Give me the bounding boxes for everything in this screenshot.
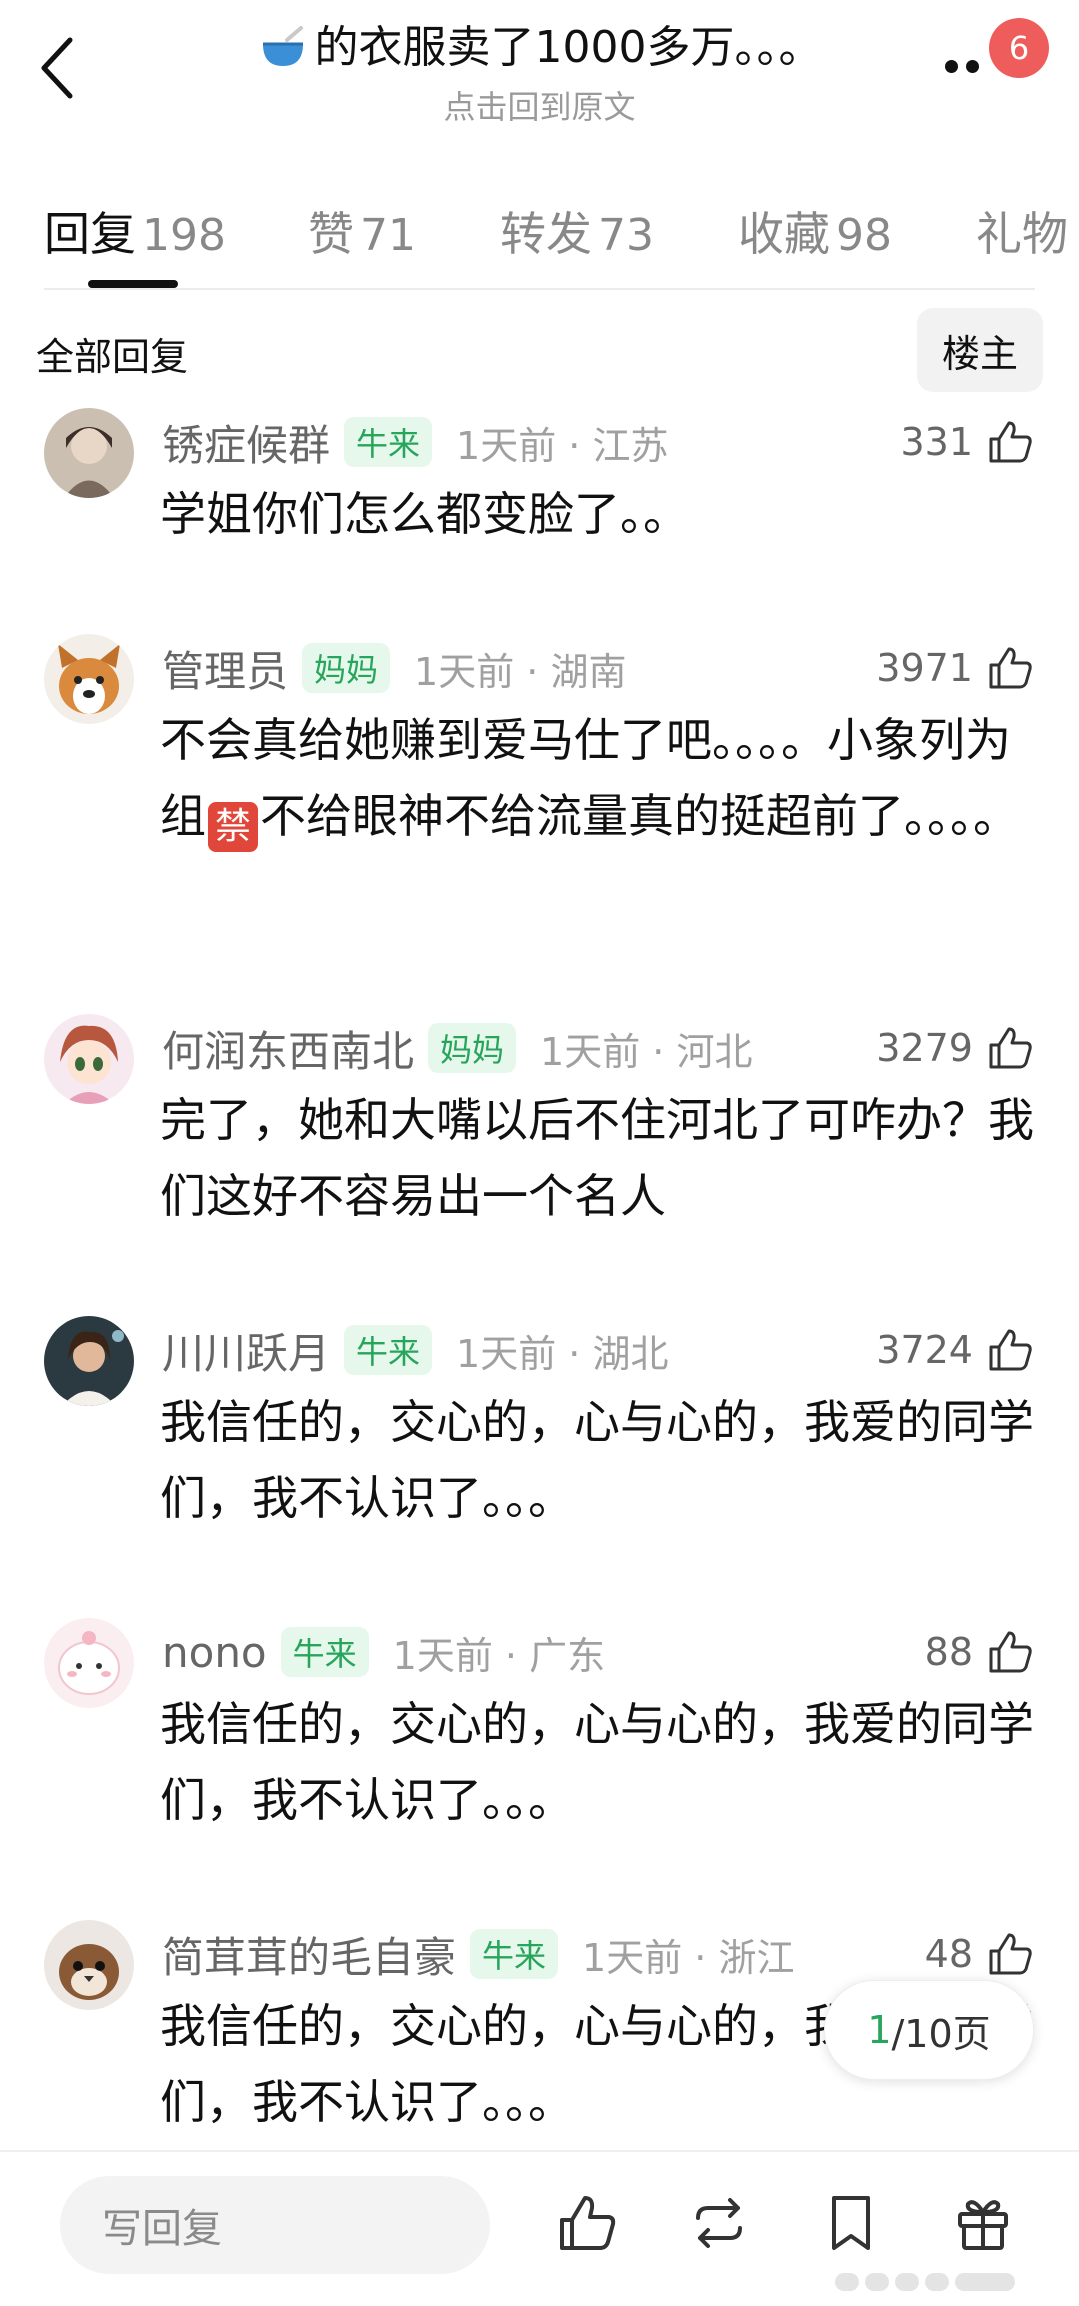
comment-content: 我信任的，交心的，心与心的，我爱的同学们，我不认识了。。。 [160, 1395, 1034, 1525]
favorite-button[interactable] [818, 2190, 884, 2256]
like-count: 331 [900, 420, 973, 464]
tab-label: 转发 [500, 207, 592, 261]
avatar[interactable] [44, 634, 134, 724]
comment-time-location: 1天前 · 湖南 [414, 649, 627, 694]
comment-time-location: 1天前 · 广东 [392, 1633, 606, 1678]
username[interactable]: nono [162, 1628, 267, 1677]
comment-time-location: 1天前 · 河北 [540, 1029, 753, 1074]
comment-content: 学姐你们怎么都变脸了。。 [160, 487, 689, 541]
like-count: 3724 [876, 1328, 973, 1372]
op-only-filter-button[interactable]: 楼主 [917, 308, 1043, 392]
reply-input[interactable]: 写回复 [60, 2176, 490, 2274]
tab-replies[interactable]: 回复 198 [44, 198, 226, 264]
avatar[interactable] [44, 1316, 134, 1406]
thumbs-up-icon [985, 643, 1035, 693]
tab-label: 回复 [44, 207, 136, 261]
like-count: 3279 [876, 1026, 973, 1070]
like-count: 48 [924, 1932, 973, 1976]
avatar[interactable] [44, 1618, 134, 1708]
thumbs-up-icon [985, 1325, 1035, 1375]
active-tab-indicator [88, 280, 178, 288]
like-button[interactable]: 331 [900, 412, 1035, 472]
thumbs-up-icon [560, 2196, 616, 2250]
more-dot-icon [966, 59, 979, 73]
like-count: 3971 [876, 646, 973, 690]
comment-time-location: 1天前 · 江苏 [456, 423, 669, 468]
tab-count: 71 [360, 210, 416, 261]
like-count: 88 [924, 1630, 973, 1674]
tab-count: 98 [836, 210, 892, 261]
avatar[interactable] [44, 1920, 134, 2010]
like-post-button[interactable] [554, 2190, 620, 2256]
sort-bar: 全部回复 楼主 [0, 300, 1079, 400]
username[interactable]: 何润东西南北 [162, 1018, 414, 1079]
tab-bar: 回复 198 赞 71 转发 73 收藏 98 礼物 [0, 180, 1079, 290]
forbidden-emoji-icon: 禁 [208, 802, 258, 852]
avatar[interactable] [44, 408, 134, 498]
user-badge: 牛来 [280, 1627, 369, 1677]
like-button[interactable]: 3724 [876, 1320, 1035, 1380]
all-replies-label: 全部回复 [36, 335, 189, 379]
gift-icon [958, 2200, 1008, 2250]
tab-label: 礼物 [976, 207, 1068, 261]
tab-gifts[interactable]: 礼物 [976, 198, 1068, 264]
back-button[interactable] [28, 28, 88, 108]
tab-reposts[interactable]: 转发 73 [500, 198, 654, 264]
page-dots-decoration [835, 2270, 1045, 2294]
username[interactable]: 川川跃月 [162, 1320, 330, 1381]
more-dot-icon [945, 59, 958, 73]
bowl-icon [262, 26, 303, 66]
username[interactable]: 管理员 [162, 638, 288, 699]
comment-content: 完了，她和大嘴以后不住河北了可咋办？我们这好不容易出一个名人 [160, 1093, 1034, 1223]
tab-label: 收藏 [738, 207, 830, 261]
chevron-left-icon [41, 37, 73, 99]
post-title-area[interactable]: 的衣服卖了1000多万。。。 点击回到原文 [150, 18, 929, 128]
post-title: 的衣服卖了1000多万。。。 [314, 22, 823, 73]
total-pages: /10页 [891, 2011, 991, 2056]
user-badge: 妈妈 [302, 643, 391, 693]
like-button[interactable]: 3279 [876, 1018, 1035, 1078]
user-badge: 妈妈 [428, 1023, 517, 1073]
gift-button[interactable] [950, 2190, 1016, 2256]
thumbs-up-icon [985, 417, 1035, 467]
like-button[interactable]: 88 [925, 1622, 1035, 1682]
tab-likes[interactable]: 赞 71 [308, 198, 416, 264]
user-badge: 牛来 [470, 1929, 559, 1979]
comment-content: 我信任的，交心的，心与心的，我爱的同学们，我不认识了。。。 [160, 1697, 1034, 1827]
notification-badge[interactable]: 6 [989, 18, 1049, 78]
back-to-original-link[interactable]: 点击回到原文 [150, 82, 929, 128]
comment-text: 不给眼神不给流量真的挺超前了。。。。 [260, 789, 1019, 843]
tab-label: 赞 [308, 207, 354, 261]
tab-count: 73 [598, 210, 654, 261]
top-nav-bar: 的衣服卖了1000多万。。。 点击回到原文 6 [0, 0, 1079, 150]
thumbs-up-icon [985, 1627, 1035, 1677]
username[interactable]: 简茸茸的毛自豪 [162, 1924, 456, 1985]
divider [44, 288, 1035, 290]
comment-time-location: 1天前 · 湖北 [456, 1331, 669, 1376]
username[interactable]: 锈症候群 [162, 412, 330, 473]
bookmark-icon [832, 2196, 870, 2250]
tab-count: 198 [142, 210, 226, 261]
like-button[interactable]: 48 [925, 1924, 1035, 1984]
current-page: 1 [867, 2008, 892, 2052]
comment-content: 不会真给她赚到爱马仕了吧。。。。小象列为组禁不给眼神不给流量真的挺超前了。。。。 [160, 702, 1040, 854]
repost-button[interactable] [686, 2190, 752, 2256]
avatar[interactable] [44, 1014, 134, 1104]
user-badge: 牛来 [344, 417, 433, 467]
comment-time-location: 1天前 · 浙江 [582, 1935, 795, 1980]
thumbs-up-icon [985, 1023, 1035, 1073]
like-button[interactable]: 3971 [876, 638, 1035, 698]
thumbs-up-icon [985, 1929, 1035, 1979]
repost-icon [696, 2198, 742, 2248]
user-badge: 牛来 [344, 1325, 433, 1375]
tab-favorites[interactable]: 收藏 98 [738, 198, 892, 264]
page-indicator[interactable]: 1/10页 [824, 1980, 1034, 2080]
